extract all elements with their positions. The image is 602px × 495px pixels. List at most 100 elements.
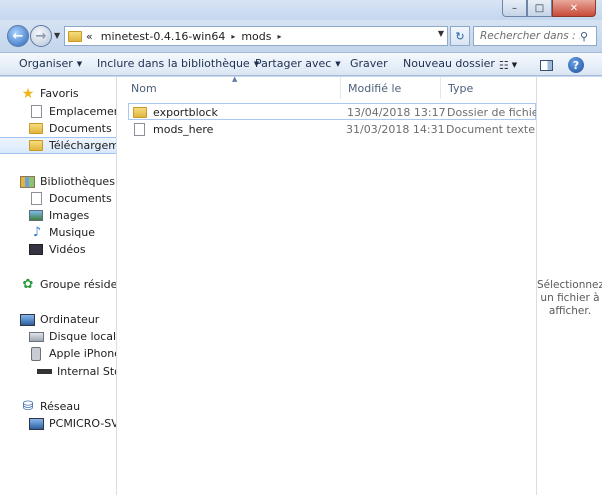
chevron-down-icon: ▼ [76, 59, 83, 68]
sidebar-item-documents[interactable]: Documents [29, 120, 112, 137]
sidebar-item-label: Apple iPhone [49, 347, 117, 360]
network-computer-icon [29, 417, 44, 430]
sidebar-item-homegroup[interactable]: ✿ Groupe résidentie [20, 276, 116, 293]
sidebar-item-label: Disque local (C: [49, 330, 117, 343]
file-name: mods_here [153, 123, 214, 136]
search-input[interactable]: Rechercher dans : ... [474, 30, 580, 42]
sidebar-item-label: Internal Storag [57, 365, 116, 378]
command-bar: Organiser ▼ Inclure dans la bibliothèque ▼… [0, 52, 602, 76]
sidebar-item-label: Téléchargemen [49, 139, 116, 152]
forward-arrow-icon: → [35, 28, 47, 44]
recent-pages-dropdown[interactable]: ▼ [54, 31, 60, 40]
recent-places-icon [31, 105, 42, 118]
column-header-modified[interactable]: Modifié le [341, 77, 441, 99]
forward-button[interactable]: → [30, 25, 52, 47]
refresh-icon: ↻ [455, 29, 465, 43]
file-list[interactable]: ▲ Nom Modifié le Type exportblock 13/04/… [118, 75, 549, 495]
music-icon: ♪ [32, 225, 42, 240]
sidebar-item-label: Vidéos [49, 243, 86, 256]
title-bar: – □ ✕ [0, 0, 602, 20]
sidebar-item-iphone[interactable]: Apple iPhone [29, 345, 117, 362]
file-modified: 31/03/2018 14:31 [346, 123, 445, 136]
sidebar-item-pcmicro[interactable]: PCMICRO-SV34 [29, 415, 116, 432]
file-modified: 13/04/2018 13:17 [347, 106, 446, 119]
star-icon: ★ [21, 85, 35, 102]
back-button[interactable]: ← [7, 25, 29, 47]
search-box[interactable]: Rechercher dans : ... ⚲ [473, 26, 597, 46]
file-row[interactable]: exportblock 13/04/2018 13:17 Dossier de … [128, 103, 549, 121]
address-dropdown-icon[interactable]: ▼ [438, 29, 444, 38]
downloads-folder-icon [29, 140, 43, 151]
sidebar-item-label: PCMICRO-SV34 [49, 417, 116, 430]
preview-pane-button[interactable] [538, 57, 554, 73]
organize-label: Organiser [19, 57, 73, 70]
burn-button[interactable]: Graver [341, 57, 397, 70]
refresh-button[interactable]: ↻ [450, 26, 470, 46]
sidebar-item-music[interactable]: ♪ Musique [29, 224, 95, 241]
sidebar-item-label: Images [49, 209, 90, 222]
sidebar-item-libraries[interactable]: Bibliothèques [20, 173, 115, 190]
breadcrumb-separator-icon[interactable]: ▸ [229, 32, 237, 41]
sidebar-item-local-disk[interactable]: Disque local (C: [29, 328, 117, 345]
new-folder-button[interactable]: Nouveau dossier [394, 57, 504, 70]
local-disk-icon [29, 331, 44, 342]
column-header-type[interactable]: Type [441, 77, 536, 99]
sidebar-item-label: Musique [49, 226, 95, 239]
minimize-button[interactable]: – [502, 0, 527, 17]
homegroup-icon: ✿ [22, 277, 34, 292]
sidebar-item-internal-storage[interactable]: Internal Storag [37, 363, 116, 380]
column-header-label: Type [448, 81, 474, 95]
view-list-icon: ☷ [498, 58, 509, 72]
sidebar-item-downloads[interactable]: Téléchargemen [0, 137, 116, 154]
libraries-icon [20, 175, 35, 188]
sidebar-item-images[interactable]: Images [29, 207, 89, 224]
close-button[interactable]: ✕ [552, 0, 596, 17]
explorer-main: ★ Favoris Emplacements r Documents Téléch… [0, 75, 602, 495]
chevron-down-icon: ▼ [335, 59, 341, 68]
sidebar-item-recent-places[interactable]: Emplacements r [29, 103, 116, 120]
navigation-pane[interactable]: ★ Favoris Emplacements r Documents Téléch… [0, 77, 117, 495]
sidebar-item-label: Documents [49, 122, 112, 135]
file-name-cell: mods_here [132, 121, 213, 138]
organize-button[interactable]: Organiser ▼ [10, 57, 91, 70]
column-headers: ▲ Nom Modifié le Type [118, 75, 536, 99]
sidebar-item-label: Réseau [40, 400, 81, 413]
folder-icon [133, 107, 147, 118]
preview-pane: Sélectionnez un fichier à afficher. [536, 77, 602, 495]
text-file-icon [134, 123, 145, 136]
documents-icon [31, 192, 42, 205]
help-icon: ? [568, 57, 584, 73]
address-overflow[interactable]: « [82, 30, 97, 43]
network-icon: ⛁ [22, 399, 34, 414]
search-icon[interactable]: ⚲ [580, 30, 596, 43]
images-icon [29, 210, 43, 221]
sidebar-item-favorites[interactable]: ★ Favoris [20, 85, 79, 102]
breadcrumb-mods[interactable]: mods [237, 30, 275, 43]
column-header-name[interactable]: Nom [124, 77, 341, 99]
include-library-button[interactable]: Inclure dans la bibliothèque ▼ [88, 57, 268, 70]
view-options-button[interactable]: ☷ ▼ [494, 57, 522, 73]
preview-message: Sélectionnez un fichier à afficher. [537, 279, 602, 317]
column-header-label: Modifié le [348, 81, 402, 95]
breadcrumb-separator-icon[interactable]: ▸ [276, 32, 284, 41]
preview-pane-icon [539, 59, 553, 71]
back-arrow-icon: ← [12, 28, 24, 44]
column-header-label: Nom [131, 81, 157, 95]
file-row[interactable]: mods_here 31/03/2018 14:31 Document text… [128, 121, 536, 138]
sidebar-item-label: Ordinateur [40, 313, 100, 326]
share-button[interactable]: Partager avec ▼ [246, 57, 350, 70]
phone-icon [31, 346, 41, 361]
file-type: Dossier de fichiers [447, 106, 549, 119]
sidebar-item-computer[interactable]: Ordinateur [20, 311, 99, 328]
folder-icon [68, 30, 82, 42]
help-button[interactable]: ? [568, 57, 584, 73]
file-name-cell: exportblock [133, 104, 218, 121]
address-bar[interactable]: « minetest-0.4.16-win64 ▸ mods ▸ ▼ [64, 26, 448, 46]
sidebar-item-lib-documents[interactable]: Documents [29, 190, 112, 207]
maximize-button[interactable]: □ [527, 0, 552, 17]
sidebar-item-videos[interactable]: Vidéos [29, 241, 86, 258]
sidebar-item-network[interactable]: ⛁ Réseau [20, 398, 81, 415]
include-library-label: Inclure dans la bibliothèque [97, 57, 250, 70]
breadcrumb-minetest[interactable]: minetest-0.4.16-win64 [97, 30, 230, 43]
storage-icon [37, 369, 52, 374]
